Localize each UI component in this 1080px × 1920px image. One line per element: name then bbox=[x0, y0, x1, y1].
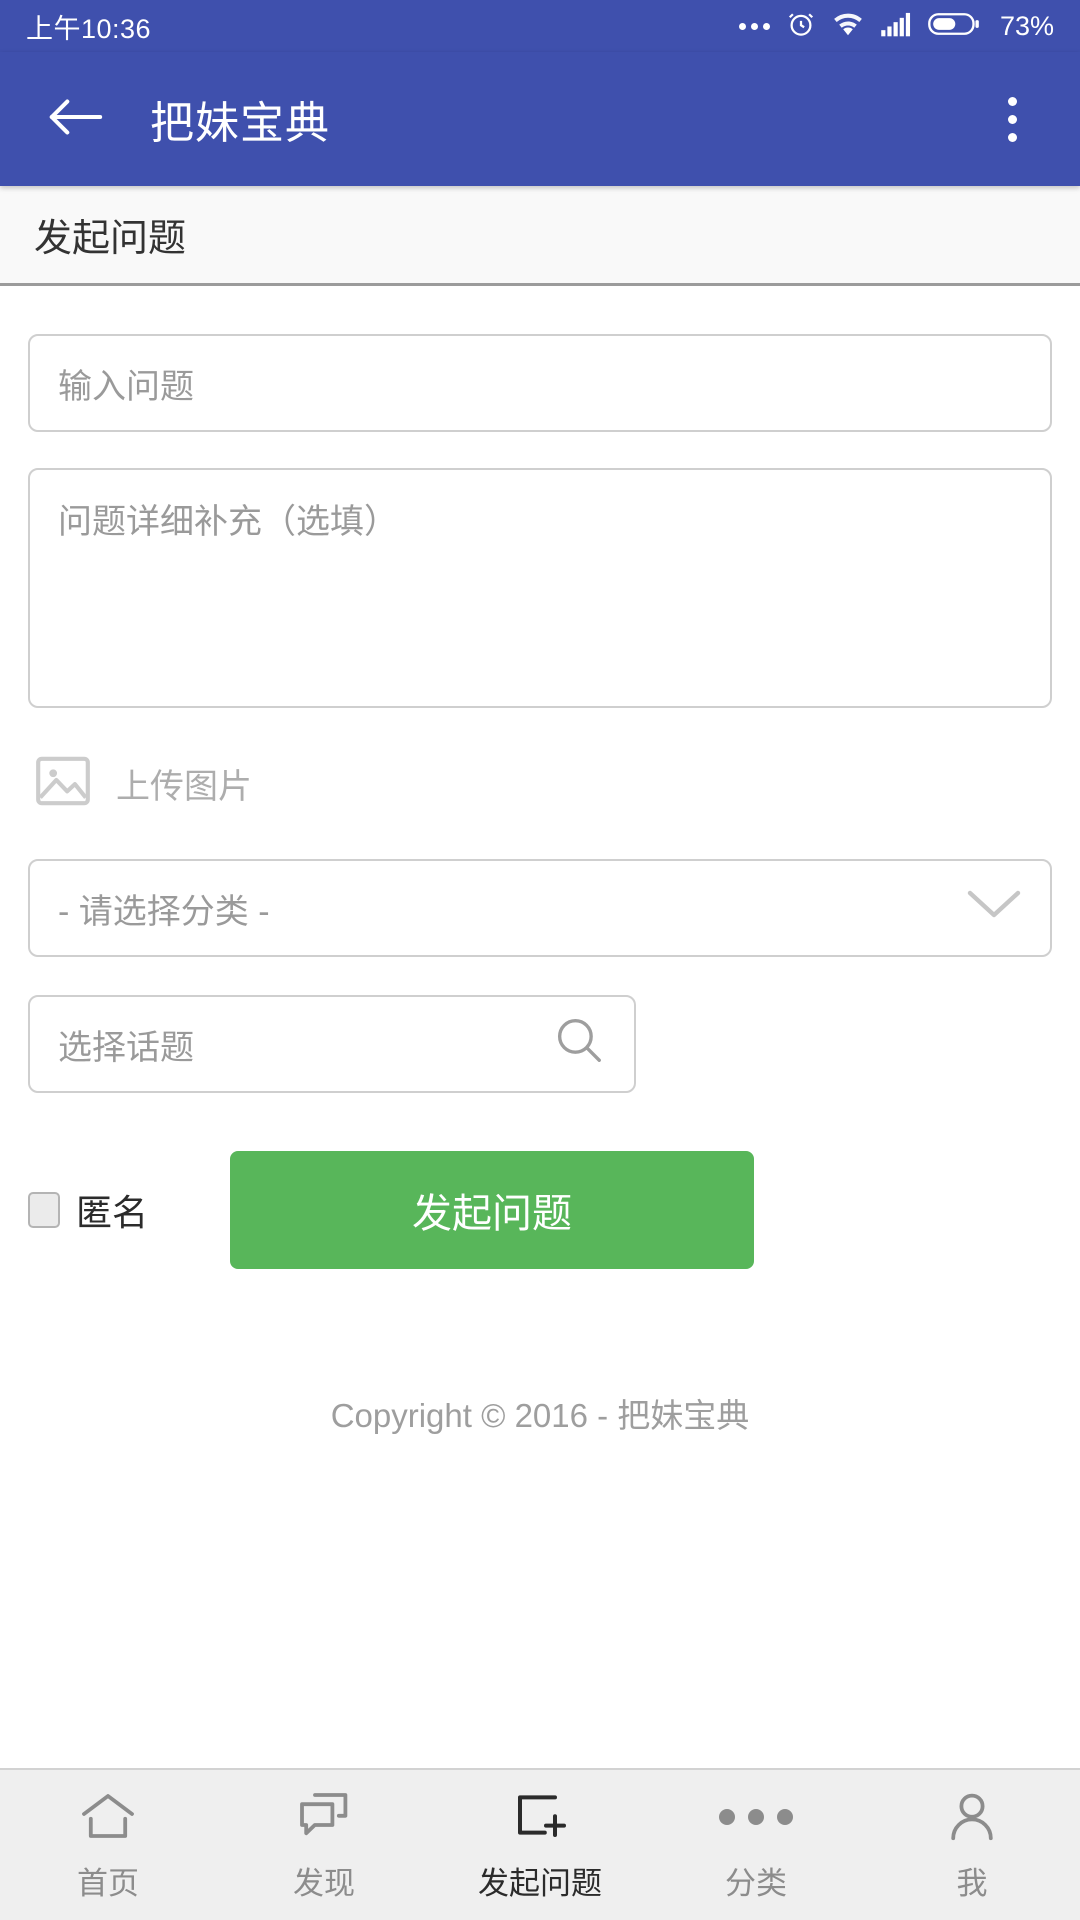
nav-item-ask-question[interactable]: 发起问题 bbox=[432, 1770, 648, 1920]
nav-label-home: 首页 bbox=[77, 1865, 139, 1901]
search-icon[interactable] bbox=[552, 1013, 606, 1076]
battery-percent: 73% bbox=[999, 10, 1054, 41]
add-square-icon bbox=[512, 1788, 568, 1846]
category-selected-value: - 请选择分类 - bbox=[58, 892, 270, 931]
battery-icon bbox=[928, 10, 980, 43]
topic-placeholder: 选择话题 bbox=[58, 1028, 194, 1067]
form-actions: 匿名 发起问题 bbox=[28, 1151, 1052, 1269]
signal-icon bbox=[880, 10, 912, 43]
question-detail-textarea[interactable]: 问题详细补充（选填） bbox=[28, 468, 1052, 708]
wifi-icon bbox=[832, 10, 864, 43]
topic-field-wrapper: 选择话题 bbox=[28, 995, 1052, 1093]
nav-item-home[interactable]: 首页 bbox=[0, 1770, 216, 1920]
submit-question-button[interactable]: 发起问题 bbox=[230, 1151, 754, 1269]
nav-label-ask-question: 发起问题 bbox=[478, 1865, 602, 1901]
status-time: 上午10:36 bbox=[26, 13, 152, 44]
back-arrow-icon bbox=[46, 95, 104, 144]
anonymous-checkbox[interactable]: 匿名 bbox=[28, 1184, 230, 1236]
question-detail-placeholder: 问题详细补充（选填） bbox=[58, 503, 398, 541]
person-icon bbox=[946, 1788, 998, 1846]
nav-label-profile: 我 bbox=[956, 1865, 988, 1901]
back-button[interactable] bbox=[44, 88, 106, 150]
anonymous-label: 匿名 bbox=[76, 1192, 149, 1233]
nav-label-discover: 发现 bbox=[293, 1865, 355, 1901]
more-dots-icon bbox=[738, 22, 770, 30]
alarm-clock-icon bbox=[786, 9, 816, 44]
nav-item-category[interactable]: 分类 bbox=[648, 1770, 864, 1920]
overflow-menu-icon[interactable] bbox=[982, 83, 1042, 155]
app-bar: 把妹宝典 bbox=[0, 52, 1080, 186]
app-screen: 上午10:36 73% 把妹宝典 发起问题 输入问题 问题详细补充（选填） 上传… bbox=[0, 0, 1080, 1920]
more-dots-icon bbox=[719, 1788, 793, 1846]
copyright-text: Copyright © 2016 - 把妹宝典 bbox=[330, 1397, 750, 1434]
home-icon bbox=[80, 1788, 136, 1846]
nav-label-category: 分类 bbox=[725, 1865, 787, 1901]
bottom-navigation: 首页 发现 发起问题 分类 我 bbox=[0, 1768, 1080, 1920]
nav-item-discover[interactable]: 发现 bbox=[216, 1770, 432, 1920]
status-icons: 73% bbox=[738, 9, 1054, 44]
image-icon bbox=[32, 750, 94, 817]
nav-item-profile[interactable]: 我 bbox=[864, 1770, 1080, 1920]
page-header: 发起问题 bbox=[0, 186, 1080, 286]
anonymous-checkbox-box[interactable] bbox=[28, 1192, 60, 1228]
question-title-input[interactable]: 输入问题 bbox=[28, 334, 1052, 432]
chevron-down-icon bbox=[966, 887, 1022, 930]
category-select[interactable]: - 请选择分类 - bbox=[28, 859, 1052, 957]
question-title-placeholder: 输入问题 bbox=[58, 367, 194, 406]
page-title: 发起问题 bbox=[34, 218, 187, 260]
upload-image-label: 上传图片 bbox=[116, 768, 252, 806]
upload-image-button[interactable]: 上传图片 bbox=[28, 750, 1052, 817]
topic-search-input[interactable]: 选择话题 bbox=[28, 995, 636, 1093]
app-title: 把妹宝典 bbox=[150, 99, 330, 148]
chat-bubbles-icon bbox=[296, 1788, 352, 1846]
question-form: 输入问题 问题详细补充（选填） 上传图片 - 请选择分类 - 选择话题 匿名 发… bbox=[0, 286, 1080, 1768]
status-bar: 上午10:36 73% bbox=[0, 0, 1080, 52]
